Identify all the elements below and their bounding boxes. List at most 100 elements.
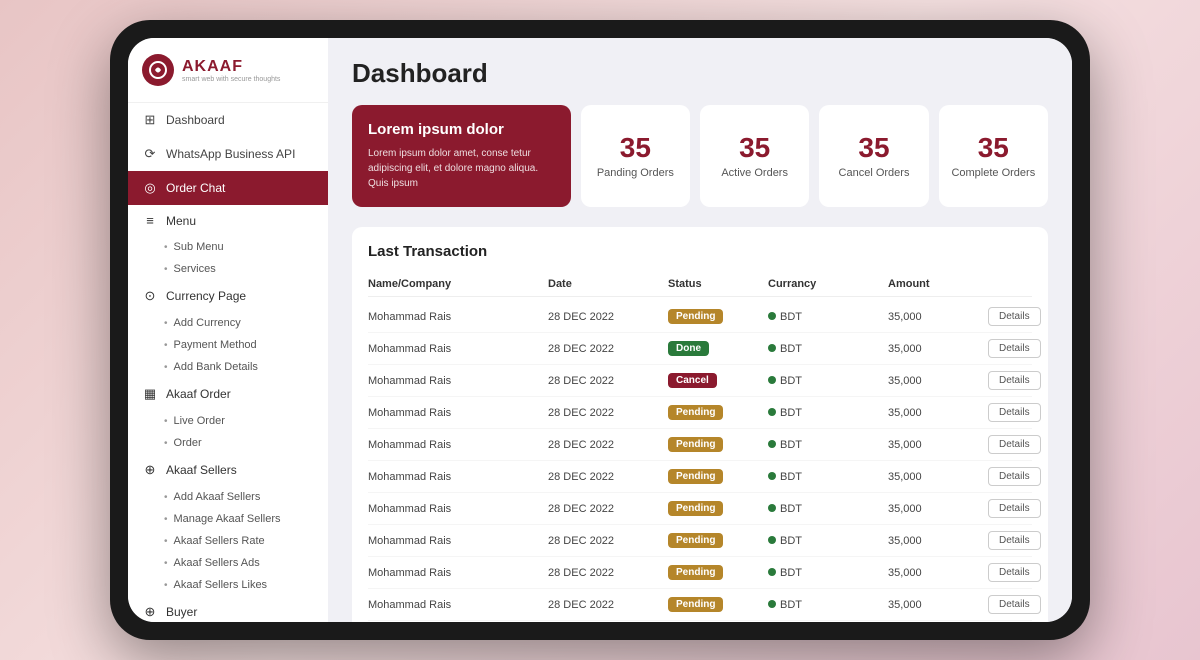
details-button[interactable]: Details xyxy=(988,467,1041,486)
sidebar-section-buyer[interactable]: ⊕ Buyer xyxy=(128,596,328,622)
sidebar-item-order-chat[interactable]: ◎ Order Chat xyxy=(128,171,328,205)
logo-icon xyxy=(142,54,174,86)
row-currency: BDT xyxy=(768,311,888,323)
table-body: Mohammad Rais 28 DEC 2022 Pending BDT 35… xyxy=(368,301,1032,621)
payment-method-label: Payment Method xyxy=(174,339,257,351)
row-name: Mohammad Rais xyxy=(368,343,548,355)
details-button[interactable]: Details xyxy=(988,563,1041,582)
row-name: Mohammad Rais xyxy=(368,471,548,483)
stat-label-cancel: Cancel Orders xyxy=(839,167,910,179)
col-date: Date xyxy=(548,278,668,290)
sidebar-section-akaaf-order[interactable]: ▦ Akaaf Order xyxy=(128,378,328,410)
currency-dot xyxy=(768,568,776,576)
row-date: 28 DEC 2022 xyxy=(548,311,668,323)
row-status: Pending xyxy=(668,565,768,580)
add-currency-label: Add Currency xyxy=(174,317,241,329)
live-order-label: Live Order xyxy=(174,415,225,427)
hero-card: Lorem ipsum dolor Lorem ipsum dolor amet… xyxy=(352,105,571,207)
section-label: Akaaf Sellers xyxy=(166,463,237,477)
sidebar-sub-item-add-akaaf-sellers[interactable]: Add Akaaf Sellers xyxy=(128,486,328,508)
sidebar-sub-item-services[interactable]: Services xyxy=(128,258,328,280)
table-row: Mohammad Rais 28 DEC 2022 Cancel BDT 35,… xyxy=(368,365,1032,397)
stat-card-active: 35 Active Orders xyxy=(700,105,809,207)
whatsapp-icon: ⟳ xyxy=(142,146,158,162)
details-button[interactable]: Details xyxy=(988,403,1041,422)
stat-number-pending: 35 xyxy=(620,133,651,164)
sidebar-sub-item-akaaf-sellers-rate[interactable]: Akaaf Sellers Rate xyxy=(128,530,328,552)
sidebar-sub-item-akaaf-sellers-likes[interactable]: Akaaf Sellers Likes xyxy=(128,574,328,596)
details-button[interactable]: Details xyxy=(988,307,1041,326)
logo-tagline: smart web with secure thoughts xyxy=(182,76,280,83)
details-button[interactable]: Details xyxy=(988,499,1041,518)
row-name: Mohammad Rais xyxy=(368,567,548,579)
stat-card-complete: 35 Complete Orders xyxy=(939,105,1048,207)
akaaf-sellers-rate-label: Akaaf Sellers Rate xyxy=(174,535,265,547)
row-date: 28 DEC 2022 xyxy=(548,599,668,611)
manage-akaaf-sellers-label: Manage Akaaf Sellers xyxy=(174,513,281,525)
main-content: Dashboard Lorem ipsum dolor Lorem ipsum … xyxy=(328,38,1072,622)
row-amount: 35,000 xyxy=(888,503,988,515)
table-row: Mohammad Rais 28 DEC 2022 Pending BDT 35… xyxy=(368,429,1032,461)
sidebar-sub-item-payment-method[interactable]: Payment Method xyxy=(128,334,328,356)
row-status: Pending xyxy=(668,437,768,452)
table-header: Name/Company Date Status Currancy Amount xyxy=(368,272,1032,297)
sidebar-section-currency[interactable]: ⊙ Currency Page xyxy=(128,280,328,312)
row-name: Mohammad Rais xyxy=(368,503,548,515)
sidebar: AKAAF smart web with secure thoughts ⊞ D… xyxy=(128,38,328,622)
stat-label-pending: Panding Orders xyxy=(597,167,674,179)
row-currency: BDT xyxy=(768,439,888,451)
stat-number-complete: 35 xyxy=(978,133,1009,164)
sidebar-sub-item-order[interactable]: Order xyxy=(128,432,328,454)
row-action: Details xyxy=(988,595,1068,614)
sidebar-section-akaaf-sellers[interactable]: ⊕ Akaaf Sellers xyxy=(128,454,328,486)
stat-number-cancel: 35 xyxy=(858,133,889,164)
row-amount: 35,000 xyxy=(888,599,988,611)
row-date: 28 DEC 2022 xyxy=(548,535,668,547)
sidebar-sub-item-sub-menu[interactable]: Sub Menu xyxy=(128,236,328,258)
sidebar-sub-item-akaaf-sellers-ads[interactable]: Akaaf Sellers Ads xyxy=(128,552,328,574)
row-currency: BDT xyxy=(768,407,888,419)
row-action: Details xyxy=(988,371,1068,390)
details-button[interactable]: Details xyxy=(988,595,1041,614)
details-button[interactable]: Details xyxy=(988,339,1041,358)
logo-area: AKAAF smart web with secure thoughts xyxy=(128,38,328,103)
row-action: Details xyxy=(988,307,1068,326)
row-currency: BDT xyxy=(768,599,888,611)
col-action xyxy=(988,278,1068,290)
table-row: Mohammad Rais 28 DEC 2022 Pending BDT 35… xyxy=(368,525,1032,557)
sidebar-item-whatsapp[interactable]: ⟳ WhatsApp Business API xyxy=(128,137,328,171)
details-button[interactable]: Details xyxy=(988,371,1041,390)
row-date: 28 DEC 2022 xyxy=(548,503,668,515)
sidebar-sub-item-live-order[interactable]: Live Order xyxy=(128,410,328,432)
sidebar-sub-item-manage-akaaf-sellers[interactable]: Manage Akaaf Sellers xyxy=(128,508,328,530)
sub-menu-label: Sub Menu xyxy=(174,241,224,253)
table-row: Mohammad Rais 28 DEC 2022 Pending BDT 35… xyxy=(368,493,1032,525)
akaaf-order-icon: ▦ xyxy=(142,386,158,402)
details-button[interactable]: Details xyxy=(988,531,1041,550)
currency-dot xyxy=(768,312,776,320)
row-action: Details xyxy=(988,467,1068,486)
order-chat-icon: ◎ xyxy=(142,180,158,196)
section-label: Akaaf Order xyxy=(166,387,231,401)
row-date: 28 DEC 2022 xyxy=(548,439,668,451)
sidebar-sub-item-add-currency[interactable]: Add Currency xyxy=(128,312,328,334)
akaaf-sellers-icon: ⊕ xyxy=(142,462,158,478)
section-label: Currency Page xyxy=(166,289,246,303)
sidebar-item-label: Order Chat xyxy=(166,181,225,195)
stat-label-complete: Complete Orders xyxy=(951,167,1035,179)
stats-row: Lorem ipsum dolor Lorem ipsum dolor amet… xyxy=(352,105,1048,207)
row-currency: BDT xyxy=(768,375,888,387)
col-status: Status xyxy=(668,278,768,290)
sidebar-item-label: Dashboard xyxy=(166,113,225,127)
col-amount: Amount xyxy=(888,278,988,290)
section-label: Buyer xyxy=(166,605,197,619)
details-button[interactable]: Details xyxy=(988,435,1041,454)
row-amount: 35,000 xyxy=(888,567,988,579)
sidebar-item-dashboard[interactable]: ⊞ Dashboard xyxy=(128,103,328,137)
col-name: Name/Company xyxy=(368,278,548,290)
sidebar-sub-item-add-bank[interactable]: Add Bank Details xyxy=(128,356,328,378)
hero-card-title: Lorem ipsum dolor xyxy=(368,121,555,138)
stat-number-active: 35 xyxy=(739,133,770,164)
sidebar-section-menu[interactable]: ≡ Menu xyxy=(128,205,328,236)
currency-dot xyxy=(768,376,776,384)
